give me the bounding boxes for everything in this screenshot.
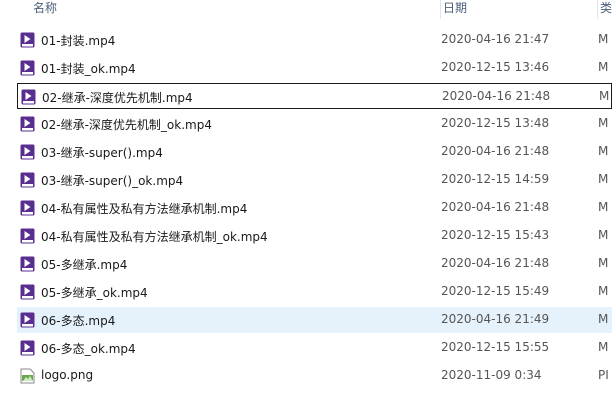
file-name: 04-私有属性及私有方法继承机制_ok.mp4 xyxy=(41,230,268,244)
file-name: logo.png xyxy=(41,368,94,382)
file-date: 2020-12-15 15:49 xyxy=(441,284,550,298)
file-type: PI xyxy=(598,368,609,382)
video-file-icon xyxy=(20,284,35,300)
file-type: M xyxy=(598,144,609,158)
file-type: M xyxy=(598,200,609,214)
file-type: M xyxy=(598,340,609,354)
file-date: 2020-04-16 21:48 xyxy=(441,256,550,270)
video-file-icon xyxy=(20,312,35,328)
file-type: M xyxy=(598,228,609,242)
file-name: 06-多态_ok.mp4 xyxy=(41,342,136,356)
file-row[interactable]: 04-私有属性及私有方法继承机制_ok.mp4 2020-12-15 15:43 M xyxy=(17,223,612,249)
file-name: 06-多态.mp4 xyxy=(41,314,116,328)
file-row[interactable]: 02-继承-深度优先机制_ok.mp4 2020-12-15 13:48 M xyxy=(17,111,612,137)
file-name: 05-多继承.mp4 xyxy=(41,258,128,272)
file-type: M xyxy=(598,312,609,326)
file-date: 2020-04-16 21:49 xyxy=(441,312,550,326)
file-row[interactable]: 03-继承-super().mp4 2020-04-16 21:48 M xyxy=(17,139,612,165)
file-date: 2020-12-15 13:48 xyxy=(441,116,550,130)
file-type: M xyxy=(598,172,609,186)
file-date: 2020-12-15 15:55 xyxy=(441,340,550,354)
file-row[interactable]: 03-继承-super()_ok.mp4 2020-12-15 14:59 M xyxy=(17,167,612,193)
image-file-icon xyxy=(20,368,35,384)
file-date: 2020-04-16 21:47 xyxy=(441,32,550,46)
file-name: 05-多继承_ok.mp4 xyxy=(41,286,148,300)
file-name: 03-继承-super()_ok.mp4 xyxy=(41,174,184,188)
file-date: 2020-12-15 14:59 xyxy=(441,172,550,186)
file-type: M xyxy=(598,116,609,130)
file-type: M xyxy=(598,284,609,298)
file-date: 2020-12-15 13:46 xyxy=(441,60,550,74)
file-list: 01-封装.mp4 2020-04-16 21:47 M 01-封装_ok.mp4 20… xyxy=(0,0,612,407)
file-type: M xyxy=(598,32,609,46)
file-name: 02-继承-深度优先机制.mp4 xyxy=(42,91,193,105)
file-type: M xyxy=(599,89,610,103)
video-file-icon xyxy=(20,32,35,48)
file-row[interactable]: 04-私有属性及私有方法继承机制.mp4 2020-04-16 21:48 M xyxy=(17,195,612,221)
video-file-icon xyxy=(20,172,35,188)
video-file-icon xyxy=(21,89,36,105)
file-row[interactable]: 05-多继承.mp4 2020-04-16 21:48 M xyxy=(17,251,612,277)
video-file-icon xyxy=(20,144,35,160)
video-file-icon xyxy=(20,60,35,76)
file-row[interactable]: 02-继承-深度优先机制.mp4 2020-04-16 21:48 M xyxy=(17,83,612,109)
file-row[interactable]: 05-多继承_ok.mp4 2020-12-15 15:49 M xyxy=(17,279,612,305)
file-row[interactable]: 06-多态.mp4 2020-04-16 21:49 M xyxy=(17,307,612,333)
file-row[interactable]: logo.png 2020-11-09 0:34 PI xyxy=(17,363,612,389)
video-file-icon xyxy=(20,256,35,272)
video-file-icon xyxy=(20,116,35,132)
file-row[interactable]: 01-封装_ok.mp4 2020-12-15 13:46 M xyxy=(17,55,612,81)
file-type: M xyxy=(598,60,609,74)
file-date: 2020-04-16 21:48 xyxy=(441,144,550,158)
file-name: 04-私有属性及私有方法继承机制.mp4 xyxy=(41,202,248,216)
file-row[interactable]: 06-多态_ok.mp4 2020-12-15 15:55 M xyxy=(17,335,612,361)
file-name: 03-继承-super().mp4 xyxy=(41,146,163,160)
file-name: 01-封装.mp4 xyxy=(41,34,116,48)
file-name: 02-继承-深度优先机制_ok.mp4 xyxy=(41,118,212,132)
file-date: 2020-04-16 21:48 xyxy=(442,89,551,103)
file-type: M xyxy=(598,256,609,270)
video-file-icon xyxy=(20,228,35,244)
file-date: 2020-12-15 15:43 xyxy=(441,228,550,242)
file-name: 01-封装_ok.mp4 xyxy=(41,62,136,76)
video-file-icon xyxy=(20,340,35,356)
file-row[interactable]: 01-封装.mp4 2020-04-16 21:47 M xyxy=(17,27,612,53)
file-date: 2020-04-16 21:48 xyxy=(441,200,550,214)
file-date: 2020-11-09 0:34 xyxy=(441,368,542,382)
video-file-icon xyxy=(20,200,35,216)
